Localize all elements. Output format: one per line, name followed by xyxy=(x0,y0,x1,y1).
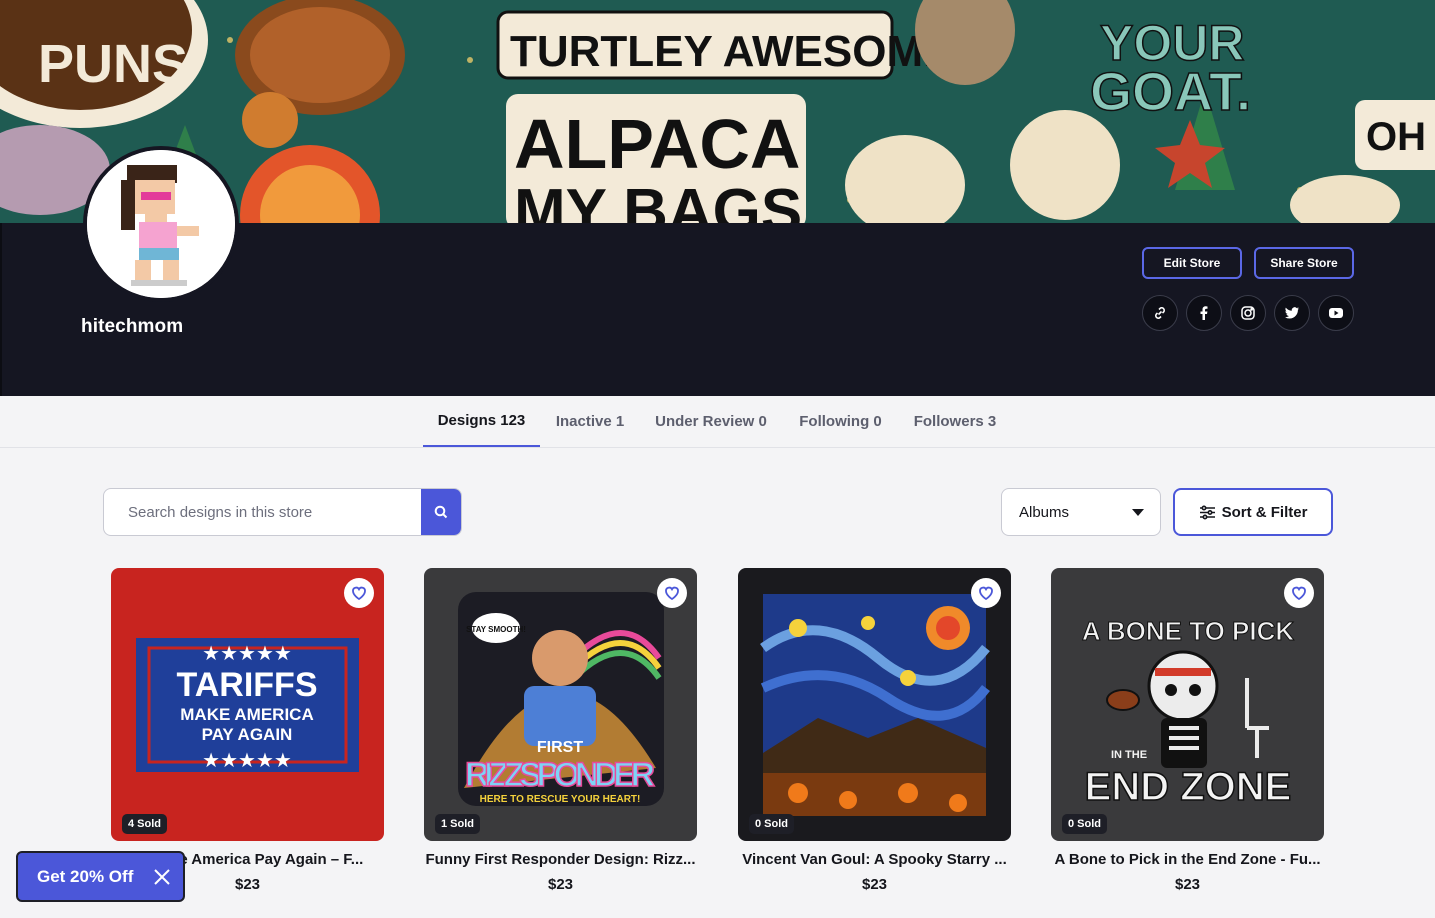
sort-filter-button[interactable]: Sort & Filter xyxy=(1173,488,1333,536)
share-store-button[interactable]: Share Store xyxy=(1254,247,1354,279)
favorite-heart-icon[interactable] xyxy=(971,578,1001,608)
edit-store-button[interactable]: Edit Store xyxy=(1142,247,1242,279)
facebook-icon[interactable] xyxy=(1186,295,1222,331)
product-title[interactable]: Funny First Responder Design: Rizz... xyxy=(424,851,697,868)
product-image[interactable]: 0 Sold xyxy=(738,568,1011,841)
banner-text-alpaca: ALPACA xyxy=(514,105,800,183)
sold-badge: 0 Sold xyxy=(1062,814,1108,834)
twitter-icon[interactable] xyxy=(1274,295,1310,331)
tab-designs[interactable]: Designs 123 xyxy=(423,396,540,447)
instagram-icon[interactable] xyxy=(1230,295,1266,331)
tab-inactive[interactable]: Inactive 1 xyxy=(548,396,632,447)
search-input[interactable] xyxy=(104,489,422,535)
product-image[interactable]: ★★★★★ TARIFFS MAKE AMERICA PAY AGAIN ★★★… xyxy=(111,568,384,841)
close-icon[interactable] xyxy=(153,868,171,886)
product-image[interactable]: STAY SMOOTH! FIRST RIZZSPONDER HERE TO R… xyxy=(424,568,697,841)
banner-text-turtley: TURTLEY AWESOME xyxy=(510,27,952,76)
tab-under-review[interactable]: Under Review 0 xyxy=(647,396,775,447)
search-icon xyxy=(434,505,448,519)
product-art-text: STAY SMOOTH! xyxy=(466,625,526,634)
product-title[interactable]: Vincent Van Goul: A Spooky Starry ... xyxy=(738,851,1011,868)
product-card[interactable]: STAY SMOOTH! FIRST RIZZSPONDER HERE TO R… xyxy=(424,568,697,893)
favorite-heart-icon[interactable] xyxy=(1284,578,1314,608)
youtube-icon[interactable] xyxy=(1318,295,1354,331)
search-button[interactable] xyxy=(421,489,461,535)
product-art-text: END ZONE xyxy=(1085,765,1292,809)
product-price: $23 xyxy=(547,876,574,893)
sold-badge: 1 Sold xyxy=(435,814,481,834)
link-icon[interactable] xyxy=(1142,295,1178,331)
store-username: hitechmom xyxy=(81,316,184,337)
product-price: $23 xyxy=(861,876,888,893)
svg-text:★★★★★: ★★★★★ xyxy=(202,641,292,665)
store-tabs: Designs 123 Inactive 1 Under Review 0 Fo… xyxy=(0,396,1435,448)
product-art-text: HERE TO RESCUE YOUR HEART! xyxy=(480,794,641,805)
svg-text:★★★★★: ★★★★★ xyxy=(202,748,292,772)
tab-following[interactable]: Following 0 xyxy=(791,396,890,447)
product-art-text: A BONE TO PICK xyxy=(1082,616,1295,646)
product-art-text: MAKE AMERICA xyxy=(180,705,313,724)
banner-text-oh: OH xyxy=(1366,115,1426,159)
albums-dropdown-label: Albums xyxy=(1019,503,1070,521)
tab-followers[interactable]: Followers 3 xyxy=(906,396,1004,447)
sort-filter-label: Sort & Filter xyxy=(1221,503,1308,521)
promo-banner[interactable]: Get 20% Off xyxy=(16,851,185,902)
sliders-icon xyxy=(1199,504,1215,520)
product-card[interactable]: ★★★★★ TARIFFS MAKE AMERICA PAY AGAIN ★★★… xyxy=(111,568,384,893)
product-art-text: IN THE xyxy=(1111,749,1147,761)
favorite-heart-icon[interactable] xyxy=(657,578,687,608)
product-art-text: RIZZSPONDER xyxy=(465,756,655,794)
promo-label: Get 20% Off xyxy=(37,866,134,886)
albums-dropdown[interactable]: Albums xyxy=(1001,488,1161,536)
banner-text-puns: PUNS xyxy=(38,34,188,94)
product-art-text: PAY AGAIN xyxy=(202,725,293,744)
search-box xyxy=(103,488,462,536)
product-image[interactable]: A BONE TO PICK IN THE END ZONE 0 Sold xyxy=(1051,568,1324,841)
favorite-heart-icon[interactable] xyxy=(344,578,374,608)
product-card[interactable]: 0 Sold Vincent Van Goul: A Spooky Starry… xyxy=(738,568,1011,893)
product-card[interactable]: A BONE TO PICK IN THE END ZONE 0 Sold A … xyxy=(1051,568,1324,893)
chevron-down-icon xyxy=(1132,509,1144,516)
banner-text-mybags: MY BAGS xyxy=(514,177,802,223)
product-art-text: FIRST xyxy=(537,739,583,756)
store-avatar xyxy=(83,146,239,302)
product-art-text: TARIFFS xyxy=(176,666,317,704)
sold-badge: 4 Sold xyxy=(122,814,168,834)
banner-text-goat: GOAT. xyxy=(1090,62,1251,122)
sold-badge: 0 Sold xyxy=(749,814,795,834)
product-price: $23 xyxy=(1174,876,1201,893)
product-title[interactable]: A Bone to Pick in the End Zone - Fu... xyxy=(1051,851,1324,868)
